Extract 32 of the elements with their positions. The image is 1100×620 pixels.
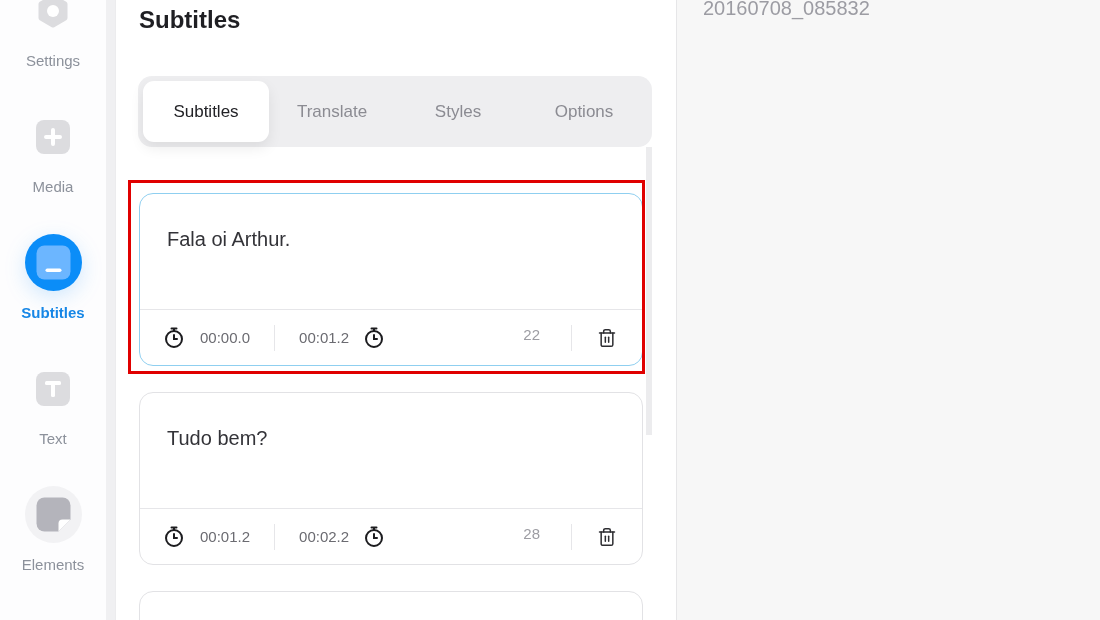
sidebar-item[interactable]: Elements: [0, 486, 106, 575]
end-time: 00:01.2: [299, 328, 350, 347]
text-icon: [36, 371, 70, 406]
scrollbar-thumb[interactable]: [646, 147, 652, 435]
stopwatch-icon: [164, 327, 184, 348]
sidebar-item[interactable]: Text: [0, 360, 106, 449]
tab[interactable]: Subtitles: [143, 81, 269, 142]
plus-icon: [36, 119, 70, 154]
subtitle-text-field[interactable]: Fala oi Arthur.: [140, 194, 642, 309]
file-name: 20160708_085832: [703, 0, 871, 18]
panel-title: Subtitles: [139, 6, 242, 34]
start-time: 00:01.2: [200, 527, 251, 546]
stopwatch-icon: [164, 526, 184, 547]
trash-icon[interactable]: [597, 327, 617, 348]
caption-icon: [24, 234, 82, 291]
tab[interactable]: Styles: [395, 81, 521, 142]
count-label: 22: [523, 325, 540, 344]
stopwatch-icon: [364, 526, 385, 547]
tab[interactable]: Options: [521, 81, 647, 142]
tab[interactable]: Translate: [269, 81, 395, 142]
trash-icon[interactable]: [597, 526, 617, 547]
sidebar-item[interactable]: Media: [0, 108, 106, 197]
stopwatch-icon: [364, 327, 385, 348]
sidebar-item[interactable]: Subtitles: [0, 234, 106, 323]
sidebar-item[interactable]: Settings: [0, 0, 106, 71]
subtitle-card[interactable]: Fala oi Arthur. 00:00.0 00:01.2 22: [139, 193, 643, 366]
subtitle-card[interactable]: Tudo bem? 00:01.2 00:02.2 28: [139, 392, 643, 565]
count-label: 28: [523, 524, 540, 543]
end-time: 00:02.2: [299, 527, 350, 546]
sticky-note-icon: [24, 486, 82, 543]
subtitle-text-field[interactable]: Tudo bem?: [140, 393, 642, 508]
start-time: 00:00.0: [200, 328, 251, 347]
